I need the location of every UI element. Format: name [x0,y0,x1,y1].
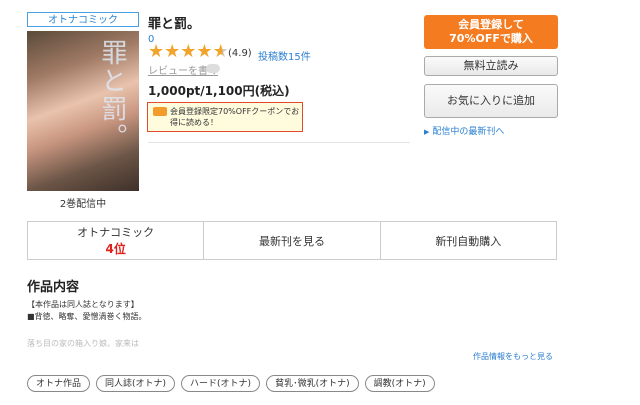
cover-image[interactable]: 罪と罰。 [27,31,139,191]
category-badge[interactable]: オトナコミック [27,12,139,27]
register-line2: 70%OFFで購入 [449,32,533,45]
rating-stars: ★ ★ ★ ★ ★ [148,41,229,62]
tag-item[interactable]: ハード(オトナ) [181,375,261,392]
star-icon: ★ [196,41,213,62]
tag-item[interactable]: 貧乳･微乳(オトナ) [266,375,359,392]
section-title: 作品内容 [27,280,80,295]
coupon-banner[interactable]: 会員登録限定70%OFFクーポンでお得に読める！ [147,102,303,132]
add-favorite-button[interactable]: お気に入りに追加 [424,84,558,118]
tab-auto-purchase-label: 新刊自動購入 [435,234,502,248]
description: 【本作品は同人誌となります】 ■背徳、略奪、愛憎渦巻く物語。 [27,299,147,323]
coupon-text: 会員登録限定70%OFFクーポンでお得に読める！ [170,107,300,127]
tab-ranking[interactable]: オトナコミック 4位 [28,222,205,259]
register-line1: 会員登録して [458,18,524,31]
tab-latest-label: 最新刊を見る [258,234,325,248]
latest-volume-label: 配信中の最新刊へ [432,127,505,137]
tab-latest[interactable]: 最新刊を見る [204,222,381,259]
rating-score: (4.9) [228,48,252,59]
price: 1,000pt/1,100円(税込) [148,84,290,98]
description-line: ■背徳、略奪、愛憎渦巻く物語。 [27,312,147,321]
tag-item[interactable]: オトナ作品 [27,375,91,392]
book-title: 罪と罰。 [148,17,201,32]
star-icon: ★ [148,41,165,62]
tab-ranking-label: オトナコミック [77,226,155,239]
cover-title-art: 罪と罰。 [97,39,127,151]
tag-item[interactable]: 同人誌(オトナ) [96,375,176,392]
register-purchase-button[interactable]: 会員登録して 70%OFFで購入 [424,15,558,49]
play-icon: ▶ [424,128,430,136]
star-icon: ★ [180,41,197,62]
tab-ranking-position: 4位 [105,242,126,256]
description-line: 【本作品は同人誌となります】 [27,300,139,309]
action-tabs: オトナコミック 4位 最新刊を見る 新刊自動購入 [27,221,557,260]
latest-volume-link[interactable]: ▶ 配信中の最新刊へ [424,124,504,137]
reviews-count-link[interactable]: 投稿数15件 [258,48,311,63]
description-faded: 落ち目の家の箱入り娘、家来は [27,339,139,348]
divider [148,142,410,143]
free-trial-button[interactable]: 無料立読み [424,56,558,76]
star-half-icon: ★ [212,41,229,62]
tag-item[interactable]: 調教(オトナ) [364,375,435,392]
volumes-count: 2巻配信中 [59,199,107,210]
coupon-icon [153,107,167,116]
star-icon: ★ [164,41,181,62]
more-info-link[interactable]: 作品情報をもっと見る [473,351,553,362]
tag-list: オトナ作品 同人誌(オトナ) ハード(オトナ) 貧乳･微乳(オトナ) 調教(オト… [27,375,435,392]
tab-auto-purchase[interactable]: 新刊自動購入 [381,222,556,259]
speech-bubble-icon [206,64,220,73]
